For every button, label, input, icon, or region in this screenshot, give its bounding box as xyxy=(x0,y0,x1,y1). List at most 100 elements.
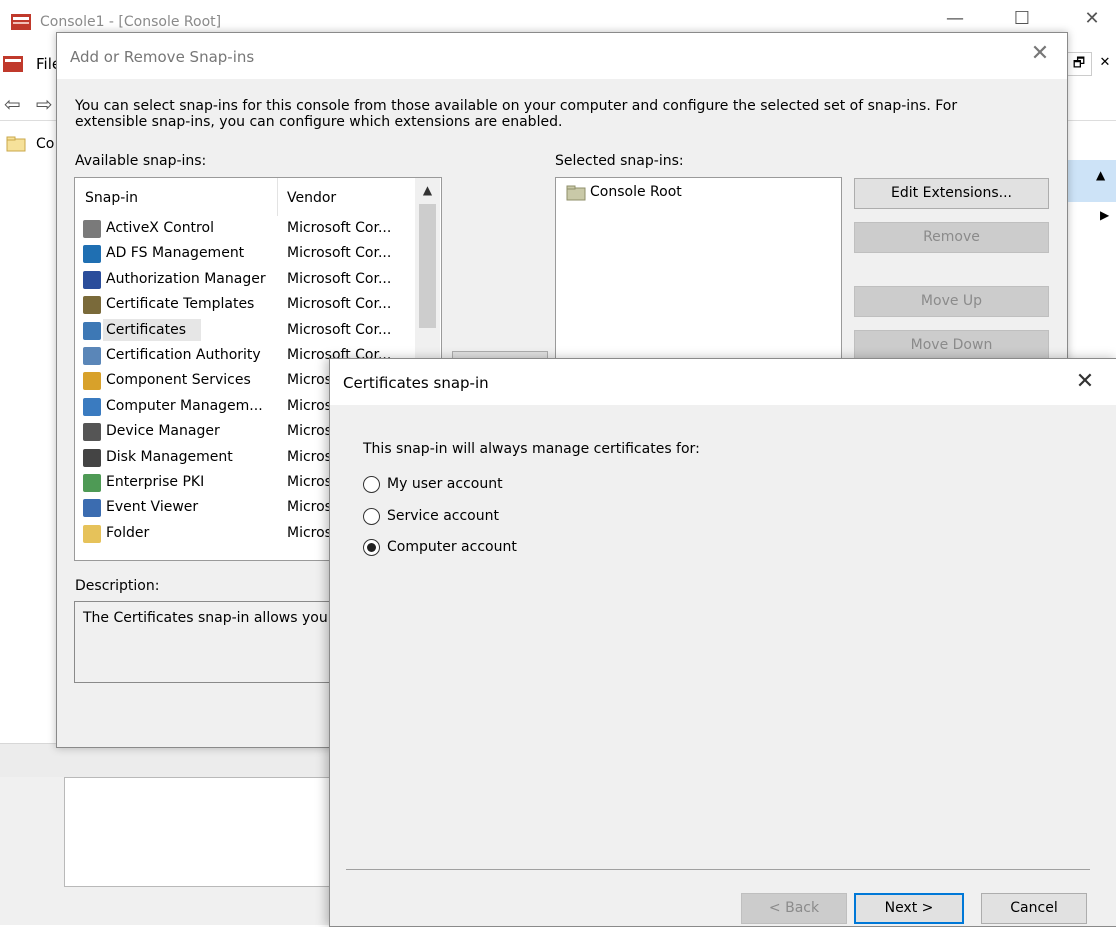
adfs-icon xyxy=(83,245,101,264)
move-up-button[interactable]: Move Up xyxy=(854,286,1049,317)
event-viewer-icon xyxy=(83,499,101,518)
radio-service-account[interactable]: Service account xyxy=(363,505,663,527)
actions-header[interactable]: ▲ xyxy=(1066,160,1116,202)
snapin-vendor: Microsoft Cor... xyxy=(287,296,392,313)
cancel-button[interactable]: Cancel xyxy=(981,893,1087,924)
snapin-name: AD FS Management xyxy=(106,245,245,262)
expand-right-icon[interactable]: ▶ xyxy=(1100,208,1109,222)
scroll-up-icon[interactable]: ▲ xyxy=(415,178,440,202)
selected-item-label: Console Root xyxy=(590,184,682,200)
console-title: Console1 - [Console Root] xyxy=(40,14,222,30)
radio-computer-account[interactable]: Computer account xyxy=(363,536,663,558)
move-down-button[interactable]: Move Down xyxy=(854,330,1049,361)
disk-management-icon xyxy=(83,448,101,467)
selected-snapins-label: Selected snap-ins: xyxy=(555,153,684,169)
cert-title-bar: Certificates snap-in ✕ xyxy=(330,359,1116,405)
snapin-name: Computer Managem... xyxy=(106,397,263,414)
snapin-vendor: Micros xyxy=(287,524,332,541)
device-manager-icon xyxy=(83,423,101,442)
radio-circle[interactable] xyxy=(363,539,380,556)
console-title-bar: Console1 - [Console Root] — ☐ ✕ xyxy=(0,0,1116,34)
snapin-name: Certificate Templates xyxy=(106,296,255,313)
mdi-restore-button[interactable]: 🗗 xyxy=(1066,52,1092,76)
snapin-name: Certificates xyxy=(106,321,187,338)
scroll-thumb[interactable] xyxy=(419,204,436,328)
computer-management-icon xyxy=(83,397,101,416)
snapin-vendor: Micros xyxy=(287,448,332,465)
folder-icon xyxy=(6,136,26,152)
cert-close-icon[interactable]: ✕ xyxy=(1070,369,1100,397)
back-arrow-icon[interactable]: ⇦ xyxy=(4,92,21,116)
add-remove-close-icon[interactable]: ✕ xyxy=(1025,41,1055,71)
intro-text: You can select snap-ins for this console… xyxy=(75,98,958,130)
close-button[interactable]: ✕ xyxy=(1072,8,1112,34)
column-separator[interactable] xyxy=(277,178,278,216)
add-remove-title: Add or Remove Snap-ins xyxy=(70,48,255,66)
snapin-name: Enterprise PKI xyxy=(106,474,205,490)
list-item[interactable]: Authorization Manager Microsoft Cor... xyxy=(81,267,415,292)
folder-icon xyxy=(566,185,586,201)
add-remove-title-bar: Add or Remove Snap-ins ✕ xyxy=(57,33,1067,79)
list-item[interactable]: ActiveX Control Microsoft Cor... xyxy=(81,216,415,241)
maximize-button[interactable]: ☐ xyxy=(1002,8,1042,34)
snapin-name: Certification Authority xyxy=(106,347,261,363)
snapin-name: Disk Management xyxy=(106,448,233,465)
snapin-vendor: Micros xyxy=(287,423,332,440)
list-header: Snap-in Vendor xyxy=(75,178,415,216)
radio-circle[interactable] xyxy=(363,508,380,525)
list-item[interactable]: Certificate Templates Microsoft Cor... xyxy=(81,292,415,317)
snapin-vendor: Microsoft Cor... xyxy=(287,245,392,262)
snapin-name: Device Manager xyxy=(106,423,220,440)
cert-dialog-title: Certificates snap-in xyxy=(343,374,489,392)
snapin-vendor: Micros xyxy=(287,474,332,490)
snapin-name: Component Services xyxy=(106,372,251,389)
folder-icon xyxy=(83,524,101,543)
remove-button[interactable]: Remove xyxy=(854,222,1049,253)
snapin-name: Authorization Manager xyxy=(106,270,266,287)
next-button[interactable]: Next > xyxy=(854,893,964,924)
snapin-vendor: Microsoft Cor... xyxy=(287,321,392,338)
forward-arrow-icon[interactable]: ⇨ xyxy=(36,92,53,116)
list-item[interactable]: AD FS Management Microsoft Cor... xyxy=(81,241,415,266)
available-snapins-label: Available snap-ins: xyxy=(75,153,207,169)
description-text: The Certificates snap-in allows you xyxy=(83,610,328,626)
snapin-vendor: Microsoft Cor... xyxy=(287,270,392,287)
radio-circle[interactable] xyxy=(363,476,380,493)
snapin-name: Folder xyxy=(106,524,150,541)
snapin-vendor: Micros xyxy=(287,499,332,516)
enterprise-pki-icon xyxy=(83,474,101,492)
radio-label[interactable]: My user account xyxy=(387,476,503,492)
authorization-manager-icon xyxy=(83,270,101,289)
collapse-up-icon[interactable]: ▲ xyxy=(1096,168,1105,182)
mdi-close-button[interactable]: ✕ xyxy=(1094,52,1116,74)
console-tree-pane: Co xyxy=(0,128,60,743)
certification-authority-icon xyxy=(83,347,101,365)
certificates-snapin-dialog: Certificates snap-in ✕ This snap-in will… xyxy=(329,358,1116,927)
cert-prompt: This snap-in will always manage certific… xyxy=(363,441,700,457)
component-services-icon xyxy=(83,372,101,391)
radio-my-user-account[interactable]: My user account xyxy=(363,473,663,495)
console-bottom-pane xyxy=(64,777,366,887)
snapin-vendor: Microsoft Cor... xyxy=(287,220,392,236)
edit-extensions-button[interactable]: Edit Extensions... xyxy=(854,178,1049,209)
certificates-icon xyxy=(83,321,101,340)
description-label: Description: xyxy=(75,578,160,594)
snapin-name: ActiveX Control xyxy=(106,220,214,236)
column-header-snapin[interactable]: Snap-in xyxy=(85,190,138,206)
list-item[interactable]: Certificates Microsoft Cor... xyxy=(81,318,415,343)
activex-icon xyxy=(83,220,101,238)
radio-label[interactable]: Computer account xyxy=(387,539,517,555)
tree-item-console-root[interactable]: Co xyxy=(36,136,54,152)
snapin-vendor: Micros xyxy=(287,397,332,414)
mmc-app-icon xyxy=(11,14,31,30)
column-header-vendor[interactable]: Vendor xyxy=(287,190,336,206)
radio-label[interactable]: Service account xyxy=(387,508,499,524)
divider xyxy=(346,869,1090,870)
minimize-button[interactable]: — xyxy=(935,8,975,34)
radio-dot xyxy=(367,543,376,552)
snapin-name: Event Viewer xyxy=(106,499,199,516)
snapin-vendor: Micros xyxy=(287,372,332,389)
back-button[interactable]: < Back xyxy=(741,893,847,924)
certificate-templates-icon xyxy=(83,296,101,315)
mmc-doc-icon xyxy=(3,56,23,72)
